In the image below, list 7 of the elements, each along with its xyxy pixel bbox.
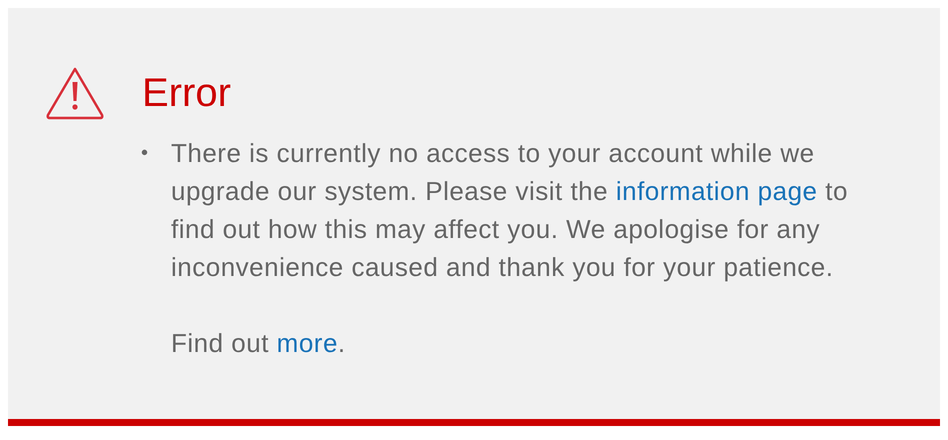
error-title: Error bbox=[142, 70, 231, 117]
find-out-more-text: Find out more. bbox=[171, 327, 346, 360]
link[interactable]: information page bbox=[616, 176, 818, 206]
link[interactable]: more bbox=[276, 328, 338, 358]
bullet: • bbox=[141, 141, 150, 166]
error-message: There is currently no access to your account while we upgrade our system. Please visit the information page to find out how this may affect you. We apologise for any inconvenience caused and thank you for your patience. bbox=[171, 137, 849, 284]
warning-icon bbox=[45, 66, 105, 120]
